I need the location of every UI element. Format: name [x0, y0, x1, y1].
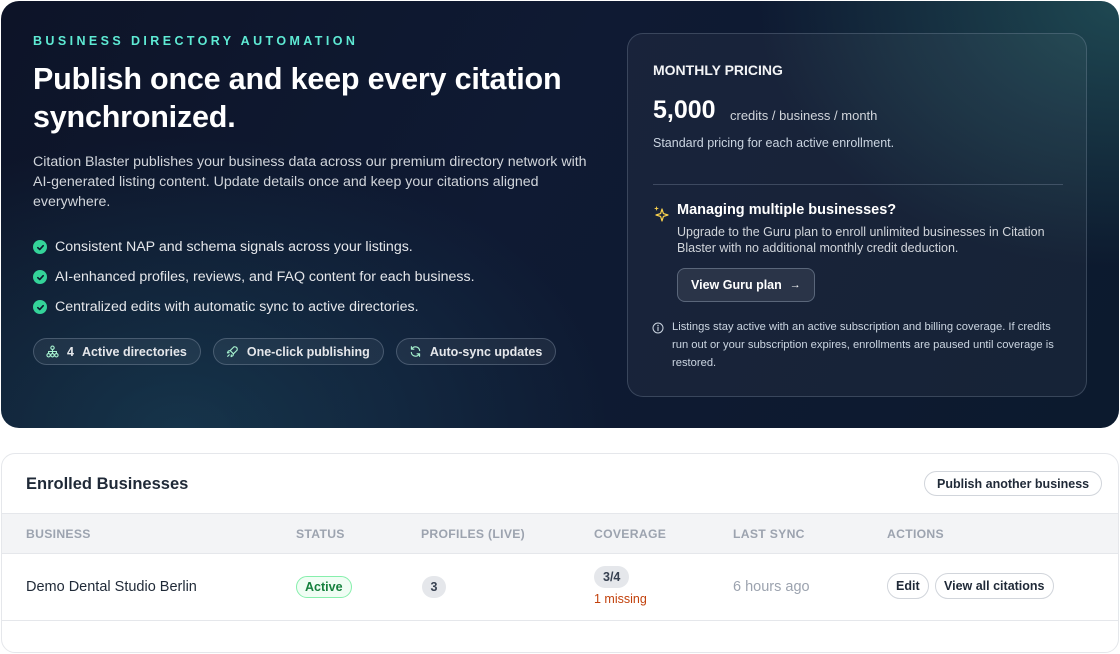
publishing-label: One-click publishing [246, 344, 370, 359]
guru-description: Upgrade to the Guru plan to enroll unlim… [677, 225, 1045, 255]
rocket-icon [226, 345, 239, 358]
sync-label: Auto-sync updates [429, 344, 543, 359]
pricing-amount: 5,000 [653, 96, 716, 124]
column-header-business: BUSINESS [26, 527, 91, 541]
feature-list: Consistent NAP and schema signals across… [33, 232, 475, 322]
guru-button-label: View Guru plan [691, 278, 782, 292]
feature-item: Centralized edits with automatic sync to… [33, 292, 475, 322]
auto-sync-pill: Auto-sync updates [395, 338, 557, 365]
pricing-card: MONTHLY PRICING 5,000 credits / business… [627, 33, 1087, 397]
directories-label: Active directories [81, 344, 187, 359]
one-click-publishing-pill: One-click publishing [212, 338, 384, 365]
pricing-note: Standard pricing for each active enrollm… [653, 136, 895, 150]
arrow-right-icon: → [789, 279, 801, 291]
last-sync-time: 6 hours ago [733, 579, 810, 595]
guru-heading: Managing multiple businesses? [677, 202, 897, 218]
active-directories-pill: 4 Active directories [33, 338, 201, 365]
check-circle-icon [33, 300, 47, 314]
billing-footnote: Listings stay active with an active subs… [672, 321, 1054, 369]
hero-description: Citation Blaster publishes your business… [33, 154, 587, 210]
sparkles-icon [653, 205, 669, 223]
view-guru-plan-button[interactable]: View Guru plan → [677, 268, 815, 302]
check-circle-icon [33, 270, 47, 284]
column-header-last-sync: LAST SYNC [733, 527, 805, 541]
pricing-unit: credits / business / month [730, 108, 878, 123]
profiles-count-badge: 3 [422, 576, 446, 598]
feature-text: Consistent NAP and schema signals across… [55, 239, 413, 255]
coverage-missing-note: 1 missing [594, 592, 647, 606]
refresh-icon [409, 345, 422, 358]
column-header-profiles: PROFILES (LIVE) [421, 527, 526, 541]
table-header: BUSINESS STATUS PROFILES (LIVE) COVERAGE… [2, 513, 1118, 554]
business-name: Demo Dental Studio Berlin [26, 579, 197, 595]
pricing-title: MONTHLY PRICING [653, 62, 783, 78]
eyebrow-label: BUSINESS DIRECTORY AUTOMATION [33, 34, 359, 48]
hero-headline: Publish once and keep every citation syn… [33, 62, 562, 134]
column-header-coverage: COVERAGE [594, 527, 667, 541]
hero-banner: BUSINESS DIRECTORY AUTOMATION Publish on… [1, 1, 1119, 428]
divider [653, 184, 1063, 185]
coverage-badge: 3/4 [594, 566, 630, 588]
check-circle-icon [33, 240, 47, 254]
enrolled-businesses-title: Enrolled Businesses [26, 475, 189, 493]
info-icon [652, 321, 664, 334]
feature-text: AI-enhanced profiles, reviews, and FAQ c… [55, 269, 475, 285]
feature-item: AI-enhanced profiles, reviews, and FAQ c… [33, 262, 475, 292]
view-all-citations-button[interactable]: View all citations [935, 573, 1054, 599]
feature-pills: 4 Active directories One-click publishin… [33, 338, 557, 365]
network-icon [46, 345, 59, 358]
column-header-actions: ACTIONS [887, 527, 944, 541]
feature-text: Centralized edits with automatic sync to… [55, 299, 419, 315]
feature-item: Consistent NAP and schema signals across… [33, 232, 475, 262]
enrolled-businesses-card: Enrolled Businesses Publish another busi… [1, 453, 1119, 653]
column-header-status: STATUS [296, 527, 345, 541]
edit-button[interactable]: Edit [887, 573, 929, 599]
table-row: Demo Dental Studio Berlin Active 3 3/4 1… [2, 554, 1118, 621]
status-badge: Active [296, 576, 352, 598]
directory-count: 4 [67, 344, 74, 359]
publish-another-business-button[interactable]: Publish another business [924, 471, 1103, 496]
